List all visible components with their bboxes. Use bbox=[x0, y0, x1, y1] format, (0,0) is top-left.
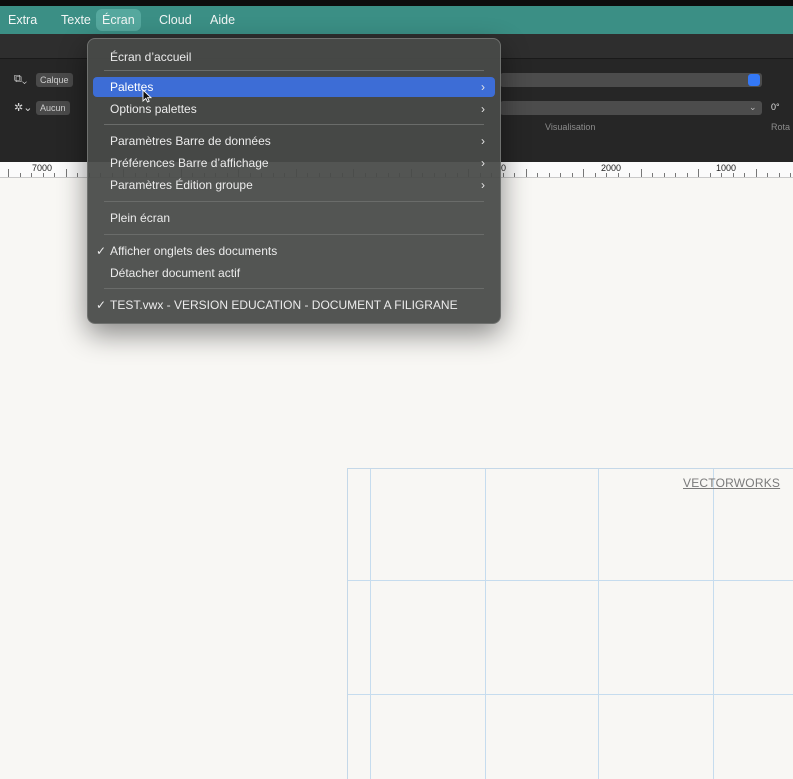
menu-item-label: Paramètres Barre de données bbox=[110, 134, 271, 148]
view-field[interactable] bbox=[500, 101, 762, 115]
mouse-pointer-icon bbox=[142, 89, 152, 103]
ruler-tick bbox=[595, 173, 596, 177]
chevron-right-icon: › bbox=[481, 134, 485, 148]
menu-ecran[interactable]: Écran bbox=[96, 9, 141, 31]
ruler-tick bbox=[560, 173, 561, 177]
grid-line bbox=[713, 469, 714, 779]
rotation-value[interactable]: 0° bbox=[771, 102, 780, 112]
ruler-tick bbox=[503, 173, 504, 177]
ruler-tick bbox=[43, 173, 44, 177]
ruler-tick bbox=[744, 173, 745, 177]
rotation-label: Rota bbox=[771, 122, 791, 132]
ruler-label-1000: 1000 bbox=[716, 163, 737, 173]
ruler-tick bbox=[629, 173, 630, 177]
menu-item-parametres-barre-donnees[interactable]: Paramètres Barre de données › bbox=[93, 131, 495, 151]
menu-item-plein-ecran[interactable]: Plein écran bbox=[93, 208, 495, 228]
ecran-dropdown-menu: Écran d’accueil Palettes › Options palet… bbox=[87, 38, 501, 324]
ruler-tick bbox=[641, 169, 642, 177]
ruler-tick bbox=[8, 169, 9, 177]
menu-item-options-palettes[interactable]: Options palettes › bbox=[93, 99, 495, 119]
menu-item-label: Écran d’accueil bbox=[110, 50, 192, 64]
menu-cloud[interactable]: Cloud bbox=[159, 6, 192, 34]
ruler-tick bbox=[687, 173, 688, 177]
class-chip[interactable]: Aucun bbox=[36, 101, 70, 115]
menu-aide[interactable]: Aide bbox=[210, 6, 235, 34]
chevron-right-icon: › bbox=[481, 80, 485, 94]
layers-icon[interactable]: ⧉⌄ bbox=[14, 73, 27, 86]
menu-item-label: Afficher onglets des documents bbox=[110, 244, 278, 258]
ruler-tick bbox=[767, 173, 768, 177]
watermark-text: VECTORWORKS bbox=[683, 476, 781, 490]
ruler-tick bbox=[514, 173, 515, 177]
chevron-right-icon: › bbox=[481, 178, 485, 192]
menu-bar: Extra Texte Écran Cloud Aide bbox=[0, 6, 793, 34]
menu-separator bbox=[104, 70, 484, 71]
checkmark-icon: ✓ bbox=[96, 244, 107, 258]
menu-item-parametres-edition-groupe[interactable]: Paramètres Édition groupe › bbox=[93, 175, 495, 195]
chevron-right-icon: › bbox=[481, 102, 485, 116]
ruler-tick bbox=[583, 169, 584, 177]
menu-item-ecran-accueil[interactable]: Écran d’accueil bbox=[93, 47, 495, 67]
menu-item-preferences-barre-affichage[interactable]: Préférences Barre d’affichage › bbox=[93, 153, 495, 173]
ruler-tick bbox=[66, 169, 67, 177]
grid-line bbox=[348, 580, 793, 581]
ruler-tick bbox=[20, 173, 21, 177]
ruler-tick bbox=[606, 173, 607, 177]
menu-item-label: Options palettes bbox=[110, 102, 197, 116]
ruler-tick bbox=[549, 173, 550, 177]
ruler-tick bbox=[721, 173, 722, 177]
ruler-tick bbox=[54, 173, 55, 177]
visualisation-label: Visualisation bbox=[545, 122, 596, 132]
layer-dropdown-arrow-icon[interactable] bbox=[748, 74, 760, 86]
page-grid bbox=[347, 468, 793, 779]
ruler-tick bbox=[664, 173, 665, 177]
menu-separator bbox=[104, 201, 484, 202]
layer-field[interactable] bbox=[500, 73, 762, 87]
ruler-tick bbox=[756, 169, 757, 177]
chevron-right-icon: › bbox=[481, 156, 485, 170]
ruler-tick bbox=[779, 173, 780, 177]
ruler-tick bbox=[675, 173, 676, 177]
checkmark-icon: ✓ bbox=[96, 298, 107, 312]
menu-item-label: Détacher document actif bbox=[110, 266, 241, 280]
grid-line bbox=[370, 469, 371, 779]
ruler-tick bbox=[537, 173, 538, 177]
ruler-tick bbox=[77, 173, 78, 177]
menu-item-detacher-document[interactable]: Détacher document actif bbox=[93, 263, 495, 283]
menu-separator bbox=[104, 124, 484, 125]
menu-separator bbox=[104, 234, 484, 235]
ruler-label-7000: 7000 bbox=[32, 163, 53, 173]
ruler-tick bbox=[710, 173, 711, 177]
menu-item-label: TEST.vwx - VERSION EDUCATION - DOCUMENT … bbox=[110, 298, 458, 312]
layer-chip[interactable]: Calque bbox=[36, 73, 73, 87]
ruler-tick bbox=[790, 173, 791, 177]
ruler-tick bbox=[652, 173, 653, 177]
grid-line bbox=[485, 469, 486, 779]
menu-item-afficher-onglets[interactable]: ✓ Afficher onglets des documents bbox=[93, 241, 495, 261]
classes-icon[interactable]: ✲⌄ bbox=[14, 101, 32, 114]
menu-item-label: Paramètres Édition groupe bbox=[110, 178, 253, 192]
ruler-tick bbox=[618, 173, 619, 177]
ruler-tick bbox=[526, 169, 527, 177]
menu-separator bbox=[104, 288, 484, 289]
grid-line bbox=[598, 469, 599, 779]
ruler-label-2000: 2000 bbox=[601, 163, 622, 173]
menu-item-label: Préférences Barre d’affichage bbox=[110, 156, 269, 170]
view-dropdown-arrow-icon[interactable]: ⌄ bbox=[749, 102, 757, 113]
menu-item-palettes[interactable]: Palettes › bbox=[93, 77, 495, 97]
menu-item-document-test[interactable]: ✓ TEST.vwx - VERSION EDUCATION - DOCUMEN… bbox=[93, 295, 495, 315]
menu-extra[interactable]: Extra bbox=[8, 6, 37, 34]
menu-texte[interactable]: Texte bbox=[61, 6, 91, 34]
grid-line bbox=[348, 694, 793, 695]
menu-item-label: Plein écran bbox=[110, 211, 171, 225]
ruler-tick bbox=[733, 173, 734, 177]
ruler-tick bbox=[31, 173, 32, 177]
ruler-tick bbox=[572, 173, 573, 177]
ruler-tick bbox=[698, 169, 699, 177]
